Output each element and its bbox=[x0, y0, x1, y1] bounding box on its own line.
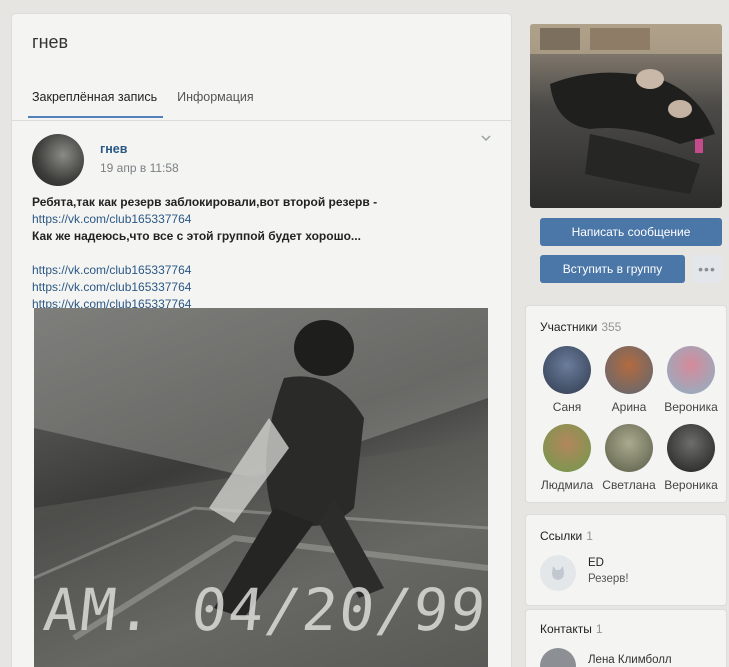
link-text: ED Резерв! bbox=[588, 555, 629, 591]
post-author-avatar[interactable] bbox=[32, 134, 84, 186]
post-link[interactable]: https://vk.com/club165337764 bbox=[32, 211, 377, 228]
contacts-card: Контакты 1 Лена Климболл bbox=[526, 610, 726, 667]
post-meta: гнев 19 апр в 11:58 bbox=[100, 142, 179, 186]
page-title: гнев bbox=[32, 32, 69, 52]
links-count: 1 bbox=[586, 529, 593, 543]
post-line-1: Ребята,так как резерв заблокировали,вот … bbox=[32, 195, 378, 209]
tab-info[interactable]: Информация bbox=[177, 90, 254, 118]
tabs-divider bbox=[12, 120, 511, 121]
member-name: Вероника bbox=[664, 478, 718, 492]
links-title-label: Ссылки bbox=[540, 529, 583, 543]
chevron-down-icon[interactable] bbox=[480, 132, 492, 144]
link-item[interactable]: ED Резерв! bbox=[540, 555, 629, 591]
member-name: Людмила bbox=[540, 478, 594, 492]
send-message-button[interactable]: Написать сообщение bbox=[540, 218, 722, 246]
contacts-title[interactable]: Контакты 1 bbox=[540, 622, 603, 636]
post-text: Ребята,так как резерв заблокировали,вот … bbox=[32, 194, 377, 313]
members-card: Участники 355 Саня Арина Вероника Людмила… bbox=[526, 306, 726, 502]
contacts-title-label: Контакты bbox=[540, 622, 592, 636]
link-title: ED bbox=[588, 557, 604, 569]
avatar bbox=[667, 424, 715, 472]
post-link[interactable]: https://vk.com/club165337764 bbox=[32, 279, 377, 296]
avatar bbox=[605, 424, 653, 472]
post-spacer bbox=[32, 245, 377, 262]
join-group-button[interactable]: Вступить в группу bbox=[540, 255, 685, 283]
contact-name[interactable]: Лена Климболл bbox=[588, 654, 672, 666]
member-name: Светлана bbox=[602, 478, 656, 492]
member-item[interactable]: Саня bbox=[532, 346, 602, 414]
member-item[interactable]: Арина bbox=[594, 346, 664, 414]
member-name: Саня bbox=[552, 400, 582, 414]
member-name: Вероника bbox=[664, 400, 718, 414]
post-date[interactable]: 19 апр в 11:58 bbox=[100, 161, 179, 175]
links-title[interactable]: Ссылки 1 bbox=[540, 529, 593, 543]
post-header: гнев 19 апр в 11:58 bbox=[32, 134, 179, 186]
members-title[interactable]: Участники 355 bbox=[540, 320, 621, 334]
avatar bbox=[543, 424, 591, 472]
post-photo[interactable]: AM. 04/20/99 bbox=[34, 308, 488, 667]
cover-scene bbox=[530, 24, 722, 194]
avatar bbox=[667, 346, 715, 394]
link-subtitle: Резерв! bbox=[588, 573, 629, 585]
photo-timestamp: AM. 04/20/99 bbox=[40, 576, 488, 644]
tabs: Закреплённая запись Информация bbox=[27, 90, 254, 118]
group-cover-photo[interactable] bbox=[530, 24, 722, 208]
member-item[interactable]: Светлана bbox=[594, 424, 664, 492]
members-title-label: Участники bbox=[540, 320, 598, 334]
post-author-link[interactable]: гнев bbox=[100, 142, 179, 156]
links-card: Ссылки 1 ED Резерв! bbox=[526, 515, 726, 605]
avatar bbox=[543, 346, 591, 394]
post-line-2: Как же надеюсь,что все с этой группой бу… bbox=[32, 229, 361, 243]
tab-pinned-post[interactable]: Закреплённая запись bbox=[27, 90, 164, 118]
avatar[interactable] bbox=[540, 648, 576, 667]
contacts-count: 1 bbox=[595, 622, 603, 636]
more-actions-button[interactable]: ••• bbox=[692, 255, 722, 283]
member-item[interactable]: Вероника bbox=[656, 346, 726, 414]
members-count: 355 bbox=[601, 320, 622, 334]
vk-dog-icon bbox=[540, 555, 576, 591]
member-item[interactable]: Людмила bbox=[532, 424, 602, 492]
member-name: Арина bbox=[611, 400, 647, 414]
avatar bbox=[605, 346, 653, 394]
post-link[interactable]: https://vk.com/club165337764 bbox=[32, 262, 377, 279]
member-item[interactable]: Вероника bbox=[656, 424, 726, 492]
main-content: гнев Закреплённая запись Информация гнев… bbox=[12, 14, 511, 667]
